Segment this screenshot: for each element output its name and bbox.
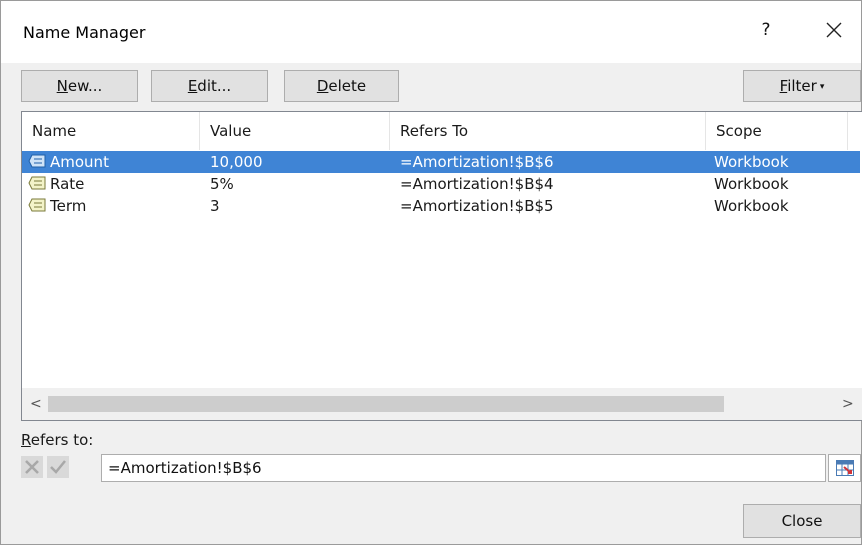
refers-cell: =Amortization!$B$5 <box>400 197 554 215</box>
scroll-left-icon[interactable]: < <box>30 396 42 412</box>
name-text: Amount <box>50 153 109 171</box>
horizontal-scrollbar[interactable]: < > <box>22 388 862 420</box>
defined-name-icon <box>28 176 46 190</box>
refers-to-input[interactable] <box>101 454 826 482</box>
scope-cell: Workbook <box>714 153 789 171</box>
value-cell: 3 <box>210 197 220 215</box>
name-manager-dialog: Name Manager ? New... Edit... Delete Fil… <box>0 0 862 545</box>
close-button[interactable]: Close <box>743 504 861 538</box>
column-header-scope[interactable]: Scope <box>706 112 848 150</box>
scope-cell: Workbook <box>714 197 789 215</box>
refers-cell: =Amortization!$B$6 <box>400 153 554 171</box>
table-row[interactable]: Term 3 =Amortization!$B$5 Workbook <box>22 195 860 217</box>
delete-button[interactable]: Delete <box>284 70 399 102</box>
column-header-name[interactable]: Name <box>22 112 200 150</box>
column-header-value[interactable]: Value <box>200 112 390 150</box>
name-cell: Term <box>28 195 198 217</box>
range-select-icon <box>836 460 854 476</box>
refers-to-label: Refers to: <box>21 431 94 449</box>
help-button[interactable]: ? <box>753 15 779 45</box>
defined-name-icon <box>28 198 46 212</box>
list-header: Name Value Refers To Scope <box>22 112 862 150</box>
name-text: Term <box>50 197 87 215</box>
refers-cell: =Amortization!$B$4 <box>400 175 554 193</box>
cancel-x-icon[interactable] <box>21 456 43 478</box>
collapse-dialog-button[interactable] <box>828 454 861 482</box>
column-header-refers-to[interactable]: Refers To <box>390 112 706 150</box>
confirm-check-icon[interactable] <box>47 456 69 478</box>
close-icon[interactable] <box>819 15 849 45</box>
name-text: Rate <box>50 175 85 193</box>
defined-name-icon <box>28 154 46 168</box>
value-cell: 10,000 <box>210 153 263 171</box>
chevron-down-icon: ▾ <box>819 82 825 92</box>
new-button[interactable]: New... <box>21 70 138 102</box>
dialog-title: Name Manager <box>23 23 146 42</box>
value-cell: 5% <box>210 175 234 193</box>
title-bar: Name Manager ? <box>1 1 861 63</box>
table-row[interactable]: Amount 10,000 =Amortization!$B$6 Workbook <box>22 151 860 173</box>
name-cell: Amount <box>28 151 198 173</box>
edit-button[interactable]: Edit... <box>151 70 268 102</box>
filter-button[interactable]: Filter ▾ <box>743 70 861 102</box>
scope-cell: Workbook <box>714 175 789 193</box>
table-row[interactable]: Rate 5% =Amortization!$B$4 Workbook <box>22 173 860 195</box>
name-cell: Rate <box>28 173 198 195</box>
names-list[interactable]: Name Value Refers To Scope Amount 10,000 =… <box>21 111 862 421</box>
scroll-right-icon[interactable]: > <box>842 396 854 412</box>
scrollbar-thumb[interactable] <box>48 396 724 412</box>
